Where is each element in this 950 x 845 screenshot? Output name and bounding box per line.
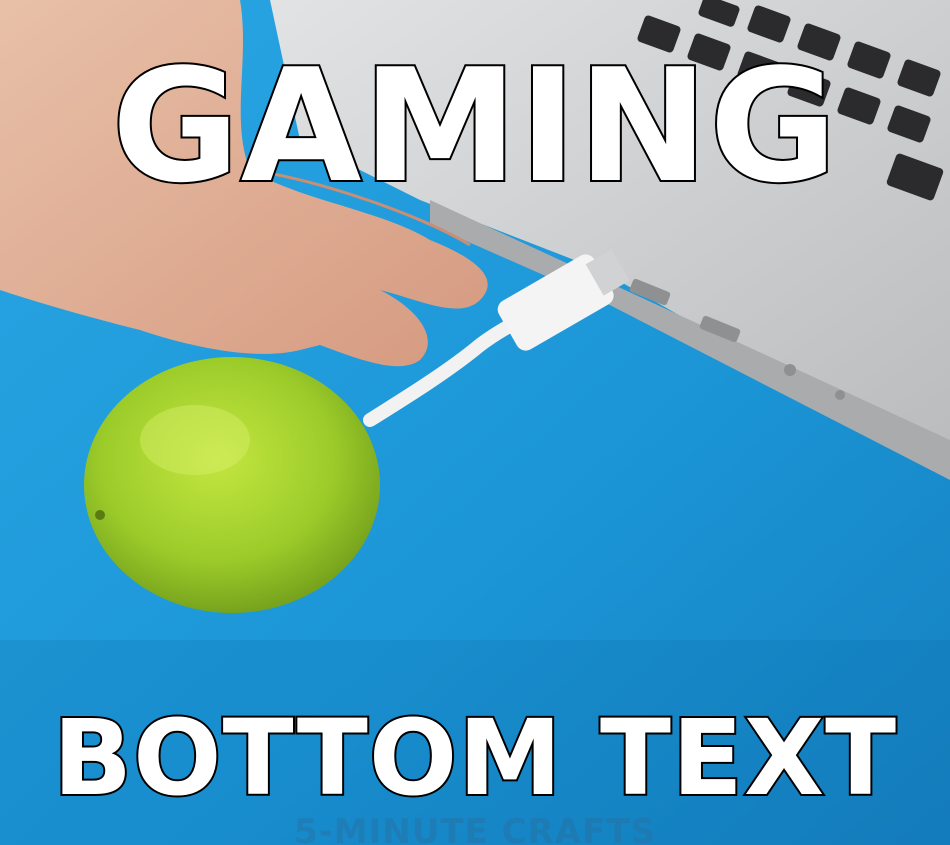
meme-bottom-text: BOTTOM TEXT — [51, 697, 898, 819]
watermark: 5-MINUTE CRAFTS — [294, 812, 656, 845]
lime — [84, 357, 380, 613]
meme-top-text: GAMING — [110, 35, 840, 217]
meme-image: GAMING BOTTOM TEXT 5-MINUTE CRAFTS — [0, 0, 950, 845]
